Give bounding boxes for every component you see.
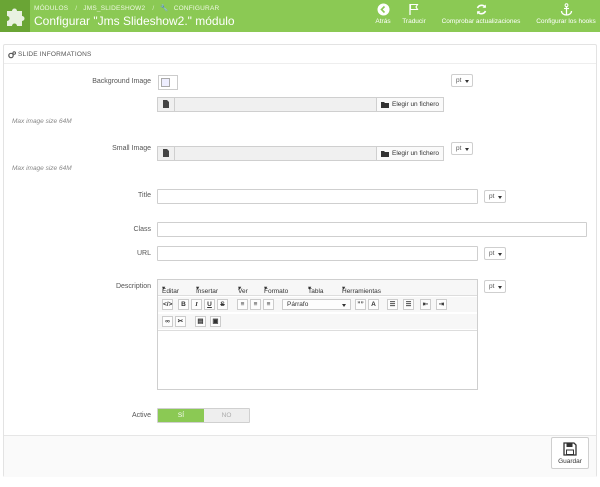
back-button[interactable]: Atrás — [372, 3, 394, 29]
active-toggle[interactable]: SÍ NO — [157, 408, 250, 423]
broken-image-icon — [161, 78, 170, 87]
save-button[interactable]: Guardar — [551, 437, 589, 469]
cogs-icon — [8, 51, 16, 59]
active-label: Active — [131, 412, 151, 419]
file-icon — [158, 98, 175, 111]
editor-toolbar-row-1: </> B I U S ≡ ≡ ≡ Párrafo ”” A ☰ ☰ ⇤ ⇥ — [158, 297, 477, 312]
lang-selector-description[interactable]: pt — [484, 280, 506, 293]
translate-button[interactable]: Traducir — [399, 3, 429, 29]
menu-view[interactable]: Ver ▾ — [238, 284, 248, 295]
bold-button[interactable]: B — [178, 299, 189, 310]
folder-open-icon — [381, 151, 390, 157]
choose-file-button-background[interactable]: Elegir un fichero — [376, 98, 443, 111]
configure-hooks-label: Configurar los hooks — [536, 18, 596, 25]
blockquote-button[interactable]: ”” — [355, 299, 366, 310]
description-label: Description — [115, 283, 151, 290]
title-label: Title — [138, 192, 151, 199]
active-yes-option[interactable]: SÍ — [158, 409, 204, 422]
media-icon[interactable]: ▤ — [195, 316, 206, 327]
breadcrumb-module[interactable]: JMS_SLIDESHOW2 — [83, 5, 145, 12]
breadcrumb-configure: CONFIGURAR — [173, 5, 220, 12]
align-right-icon[interactable]: ≡ — [263, 299, 274, 310]
indent-icon[interactable]: ⇥ — [436, 299, 447, 310]
lang-selector-title[interactable]: pt — [484, 190, 506, 203]
url-input[interactable] — [157, 246, 478, 261]
page-title: Configurar "Jms Slideshow2." módulo — [34, 14, 235, 28]
caret-down-icon — [465, 148, 469, 151]
lang-selector-background[interactable]: pt — [451, 74, 473, 87]
choose-file-button-small[interactable]: Elegir un fichero — [376, 147, 443, 160]
menu-tools[interactable]: Herramientas ▾ — [342, 284, 381, 295]
breadcrumb-modules[interactable]: MÓDULOS — [34, 5, 68, 12]
caret-down-icon — [498, 196, 502, 199]
source-code-button[interactable]: </> — [162, 299, 173, 310]
title-input[interactable] — [157, 189, 478, 204]
unlink-icon[interactable]: ✂ — [175, 316, 186, 327]
block-format-select[interactable]: Párrafo — [282, 299, 351, 310]
caret-down-icon — [498, 253, 502, 256]
lang-selector-small[interactable]: pt — [451, 142, 473, 155]
menu-insert[interactable]: Insertar ▾ — [196, 284, 218, 295]
top-header: MÓDULOS / JMS_SLIDESHOW2/ 🔧 CONFIGURAR Co… — [0, 0, 600, 32]
image-icon[interactable]: ▣ — [210, 316, 221, 327]
italic-button[interactable]: I — [191, 299, 202, 310]
small-file-input[interactable]: Elegir un fichero — [157, 146, 444, 161]
editor-toolbar-row-2: ∞ ✂ ▤ ▣ — [158, 314, 477, 329]
url-label: URL — [136, 250, 151, 257]
panel-title: SLIDE INFORMATIONS — [18, 51, 92, 58]
editor-content-area[interactable] — [158, 330, 477, 389]
translate-label: Traducir — [402, 18, 426, 25]
floppy-disk-icon — [563, 442, 577, 456]
file-icon — [158, 147, 175, 160]
wrench-icon: 🔧 — [160, 5, 169, 12]
anchor-icon — [560, 3, 572, 16]
small-image-label: Small Image — [112, 145, 151, 152]
save-label: Guardar — [558, 458, 582, 465]
numbered-list-icon[interactable]: ☰ — [403, 299, 414, 310]
underline-button[interactable]: U — [204, 299, 215, 310]
caret-down-icon — [465, 80, 469, 83]
rich-text-editor: Editar ▾ Insertar ▾ Ver ▾ Formato ▾ Tabl… — [157, 279, 478, 390]
flag-icon — [408, 3, 418, 15]
bullet-list-icon[interactable]: ☰ — [387, 299, 398, 310]
strikethrough-button[interactable]: S — [217, 299, 228, 310]
text-color-button[interactable]: A — [368, 299, 379, 310]
class-label: Class — [133, 226, 151, 233]
editor-menubar: Editar ▾ Insertar ▾ Ver ▾ Formato ▾ Tabl… — [158, 280, 477, 296]
background-image-label: Background Image — [92, 78, 151, 85]
align-left-icon[interactable]: ≡ — [237, 299, 248, 310]
class-input[interactable] — [157, 222, 587, 237]
breadcrumb: MÓDULOS / JMS_SLIDESHOW2/ 🔧 CONFIGURAR — [34, 5, 220, 12]
menu-format[interactable]: Formato ▾ — [264, 284, 288, 295]
outdent-icon[interactable]: ⇤ — [420, 299, 431, 310]
small-size-hint: Max image size 64M — [12, 165, 72, 172]
puzzle-logo-icon — [0, 0, 30, 32]
panel-heading: SLIDE INFORMATIONS — [4, 45, 596, 64]
align-center-icon[interactable]: ≡ — [250, 299, 261, 310]
lang-selector-url[interactable]: pt — [484, 247, 506, 260]
caret-down-icon — [498, 286, 502, 289]
background-image-preview — [158, 75, 178, 90]
check-updates-button[interactable]: Comprobar actualizaciones — [436, 3, 526, 29]
caret-down-icon — [342, 304, 346, 307]
back-label: Atrás — [375, 18, 391, 25]
configure-hooks-button[interactable]: Configurar los hooks — [533, 3, 599, 29]
link-icon[interactable]: ∞ — [162, 316, 173, 327]
menu-table[interactable]: Tabla ▾ — [308, 284, 324, 295]
panel-footer — [4, 435, 596, 477]
background-size-hint: Max image size 64M — [12, 118, 72, 125]
check-updates-label: Comprobar actualizaciones — [441, 18, 521, 25]
background-file-input[interactable]: Elegir un fichero — [157, 97, 444, 112]
folder-open-icon — [381, 102, 390, 108]
back-arrow-icon — [377, 3, 389, 16]
active-no-option[interactable]: NO — [204, 409, 249, 422]
refresh-icon — [476, 4, 486, 15]
menu-edit[interactable]: Editar ▾ — [162, 284, 179, 295]
